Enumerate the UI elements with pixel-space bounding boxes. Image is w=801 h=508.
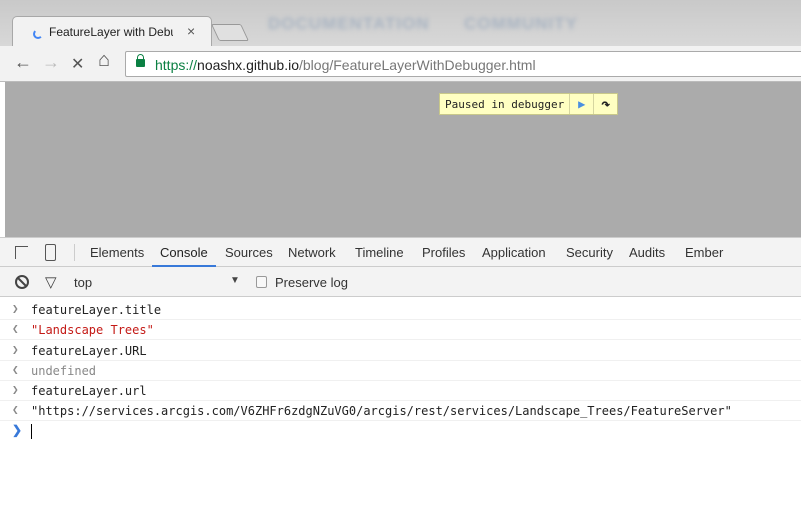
console-output-line: ❮ undefined — [0, 361, 801, 381]
background-text: DOCUMENTATION — [268, 14, 430, 33]
loading-spinner-icon — [33, 29, 43, 39]
background-text: COMMUNITY — [464, 14, 578, 33]
tab-console[interactable]: Console — [160, 245, 208, 260]
tab-title: FeatureLayer with Debugger — [49, 25, 173, 39]
output-arrow-icon: ❮ — [12, 403, 19, 416]
console-input-line: ❯ featureLayer.url — [0, 381, 801, 401]
console-input-line: ❯ featureLayer.title — [0, 300, 801, 320]
tab-profiles[interactable]: Profiles — [422, 245, 465, 260]
preserve-log-checkbox[interactable] — [256, 276, 267, 288]
tab-application[interactable]: Application — [482, 245, 546, 260]
url-text: https://noashx.github.io/blog/FeatureLay… — [155, 57, 536, 73]
input-prompt-icon: ❯ — [12, 383, 19, 396]
tab-timeline[interactable]: Timeline — [355, 245, 404, 260]
clear-console-icon[interactable] — [15, 275, 29, 289]
tab-strip: DOCUMENTATION COMMUNITY FeatureLayer wit… — [0, 0, 801, 46]
tab-audits[interactable]: Audits — [629, 245, 665, 260]
console-input[interactable] — [31, 424, 32, 439]
inspect-element-icon[interactable] — [15, 246, 28, 259]
input-prompt-icon: ❯ — [12, 343, 19, 356]
paused-label: Paused in debugger — [445, 97, 565, 111]
console-prompt-icon: ❯ — [12, 423, 23, 437]
new-tab-button[interactable] — [211, 24, 249, 41]
home-icon[interactable]: ⌂ — [98, 49, 110, 72]
stop-icon[interactable]: ✕ — [71, 54, 84, 74]
debugger-paused-overlay: Paused in debugger ▶ ↷ — [439, 93, 619, 115]
chevron-down-icon[interactable]: ▼ — [230, 275, 240, 286]
step-over-icon[interactable]: ↷ — [593, 94, 617, 114]
tab-security[interactable]: Security — [566, 245, 613, 260]
output-arrow-icon: ❮ — [12, 322, 19, 335]
divider — [74, 244, 75, 261]
console-output-line: ❮ "https://services.arcgis.com/V6ZHFr6zdg… — [0, 401, 801, 421]
output-arrow-icon: ❮ — [12, 363, 19, 376]
browser-toolbar: ← → ✕ ⌂ https://noashx.github.io/blog/Fe… — [0, 46, 801, 82]
tab-ember[interactable]: Ember — [685, 245, 723, 260]
resume-icon[interactable]: ▶ — [569, 94, 593, 114]
input-prompt-icon: ❯ — [12, 302, 19, 315]
tab-sources[interactable]: Sources — [225, 245, 273, 260]
device-toolbar-icon[interactable] — [45, 244, 56, 261]
preserve-log-label: Preserve log — [275, 275, 348, 290]
page-viewport — [5, 82, 801, 237]
back-icon[interactable]: ← — [14, 52, 32, 73]
lock-icon — [136, 54, 145, 67]
address-bar[interactable]: https://noashx.github.io/blog/FeatureLay… — [125, 51, 801, 77]
console-input-line: ❯ featureLayer.URL — [0, 341, 801, 361]
forward-icon[interactable]: → — [42, 52, 60, 73]
close-tab-icon[interactable]: × — [187, 23, 195, 39]
filter-icon[interactable]: ▽ — [45, 273, 57, 291]
context-selector[interactable]: top — [74, 275, 92, 290]
browser-tab[interactable]: FeatureLayer with Debugger × — [12, 16, 212, 46]
tab-network[interactable]: Network — [288, 245, 336, 260]
console-output-line: ❮ "Landscape Trees" — [0, 320, 801, 340]
devtools-tabbar: Elements Console Sources Network Timelin… — [0, 237, 801, 267]
console-toolbar: ▽ top ▼ Preserve log — [0, 267, 801, 297]
tab-elements[interactable]: Elements — [90, 245, 144, 260]
